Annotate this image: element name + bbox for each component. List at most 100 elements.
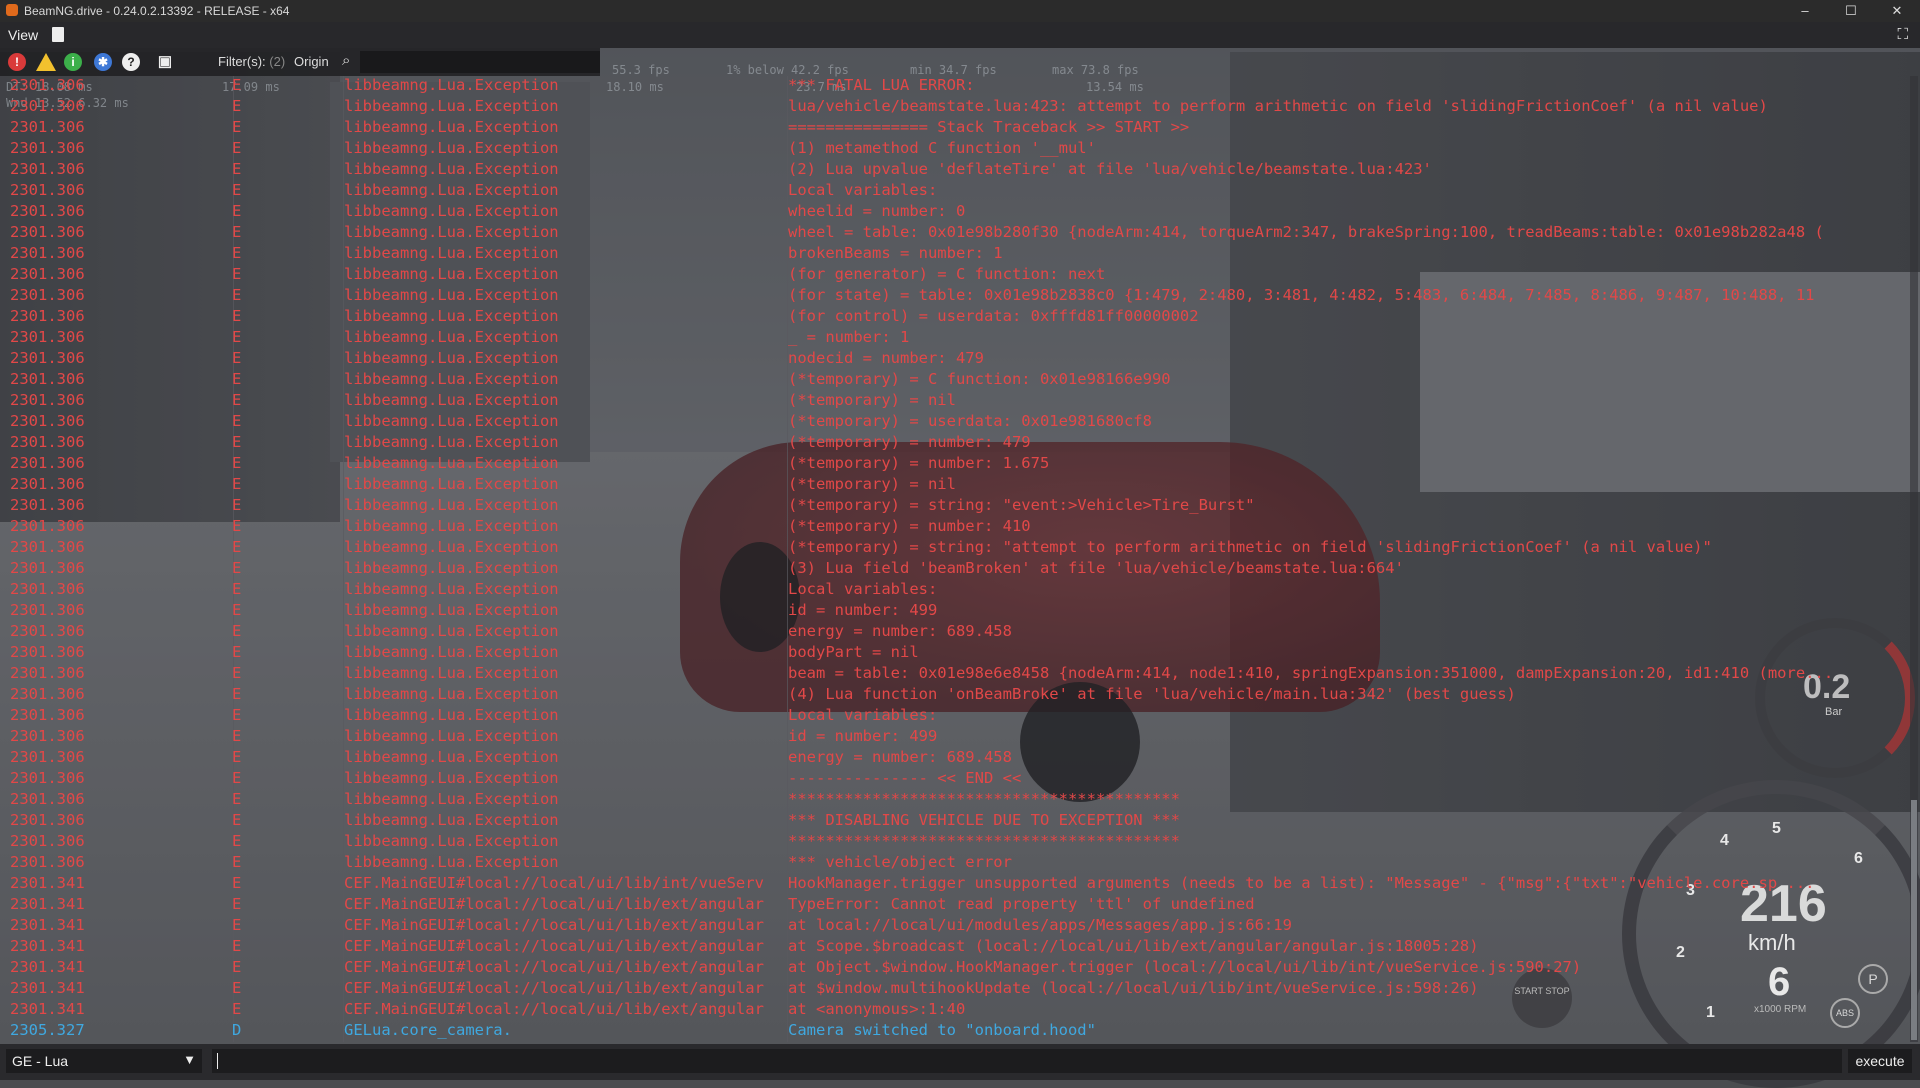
vehicle-filter-icon[interactable]: ▣ (156, 53, 174, 71)
log-row[interactable]: 2301.306 Elibbeamng.Lua.Exception (3) Lua … (0, 559, 1910, 580)
origin-label[interactable]: Origin (294, 54, 329, 69)
log-row[interactable]: 2301.306 Elibbeamng.Lua.Exception ========… (0, 118, 1910, 139)
log-row[interactable]: 2301.306 Elibbeamng.Lua.Exception _ = num… (0, 328, 1910, 349)
log-row[interactable]: 2301.306 Elibbeamng.Lua.Exception (*tempo… (0, 496, 1910, 517)
log-row[interactable]: 2301.341 E CEF.MainGEUI#local://local/ui/l… (0, 895, 1910, 916)
view-menu[interactable]: View (8, 27, 38, 43)
console-log[interactable]: 2301.306 Elibbeamng.Lua.Exception *** FATA… (0, 76, 1910, 1042)
log-row[interactable]: 2301.306 Elibbeamng.Lua.Exception (for ge… (0, 265, 1910, 286)
search-icon[interactable]: ⌕ (342, 52, 350, 69)
info-filter-icon[interactable]: i (64, 53, 82, 71)
log-row[interactable]: 2301.306 Elibbeamng.Lua.Exception (4) Lua … (0, 685, 1910, 706)
log-row[interactable]: 2301.306 Elibbeamng.Lua.Exception (*tempo… (0, 433, 1910, 454)
log-level: E (232, 853, 242, 871)
log-row[interactable]: 2301.306 Elibbeamng.Lua.Exception (2) Lua … (0, 160, 1910, 181)
log-message: (*temporary) = number: 1.675 (788, 454, 1050, 472)
warning-filter-icon[interactable] (36, 53, 56, 71)
log-message: ****************************************… (788, 790, 1180, 808)
log-message: Local variables: (788, 706, 938, 724)
log-row[interactable]: 2301.306 Elibbeamng.Lua.Exception *** DISA… (0, 811, 1910, 832)
log-row[interactable]: 2301.306 Elibbeamng.Lua.Exception wheel =… (0, 223, 1910, 244)
log-origin: libbeamng.Lua.Exception (344, 748, 559, 766)
log-message: at Object.$window.HookManager.trigger (l… (788, 958, 1582, 976)
log-row[interactable]: 2301.306 Elibbeamng.Lua.Exception (*tempo… (0, 538, 1910, 559)
log-row[interactable]: 2301.306 Elibbeamng.Lua.Exception (*tempo… (0, 391, 1910, 412)
log-row[interactable]: 2301.306 Elibbeamng.Lua.Exception Local v… (0, 181, 1910, 202)
debug-filter-icon[interactable]: ✱ (94, 53, 112, 71)
log-level: E (232, 790, 242, 808)
log-row[interactable]: 2301.306 Elibbeamng.Lua.Exception --------… (0, 769, 1910, 790)
log-row[interactable]: 2301.341 E CEF.MainGEUI#local://local/ui/l… (0, 958, 1910, 979)
window-titlebar: BeamNG.drive - 0.24.0.2.13392 - RELEASE … (0, 0, 1920, 22)
log-time: 2301.306 (10, 202, 85, 220)
log-row[interactable]: 2301.341 E CEF.MainGEUI#local://local/ui/l… (0, 916, 1910, 937)
context-select[interactable]: GE - Lua ▼ (6, 1049, 202, 1073)
log-row[interactable]: 2301.306 Elibbeamng.Lua.Exception energy … (0, 748, 1910, 769)
maximize-button[interactable]: ☐ (1828, 0, 1874, 22)
log-time: 2301.306 (10, 601, 85, 619)
log-row[interactable]: 2301.306 Elibbeamng.Lua.Exception brokenB… (0, 244, 1910, 265)
log-row[interactable]: 2301.306 Elibbeamng.Lua.Exception Local v… (0, 580, 1910, 601)
log-row[interactable]: 2301.341 E CEF.MainGEUI#local://local/ui/l… (0, 937, 1910, 958)
log-origin: libbeamng.Lua.Exception (344, 559, 559, 577)
log-row[interactable]: 2301.306 Elibbeamng.Lua.Exception ********… (0, 790, 1910, 811)
log-level: E (232, 391, 242, 409)
log-time: 2301.306 (10, 76, 85, 94)
log-origin: libbeamng.Lua.Exception (344, 601, 559, 619)
log-row[interactable]: 2301.306 Elibbeamng.Lua.Exception ********… (0, 832, 1910, 853)
log-time: 2301.341 (10, 895, 85, 913)
expand-icon[interactable]: ⛶ (1897, 26, 1908, 43)
scrollbar-thumb[interactable] (1911, 800, 1917, 1040)
log-row[interactable]: 2301.306 Elibbeamng.Lua.Exception *** vehi… (0, 853, 1910, 874)
log-message: nodecid = number: 479 (788, 349, 984, 367)
execute-button[interactable]: execute (1848, 1049, 1912, 1073)
log-row[interactable]: 2301.341 E CEF.MainGEUI#local://local/ui/l… (0, 1000, 1910, 1021)
log-time: 2301.341 (10, 979, 85, 997)
log-row[interactable]: 2301.306 Elibbeamng.Lua.Exception id = nu… (0, 601, 1910, 622)
log-row[interactable]: 2301.341 E CEF.MainGEUI#local://local/ui/l… (0, 874, 1910, 895)
log-row[interactable]: 2301.306 Elibbeamng.Lua.Exception (1) meta… (0, 139, 1910, 160)
log-row[interactable]: 2301.306 Elibbeamng.Lua.Exception nodecid… (0, 349, 1910, 370)
minimize-button[interactable]: – (1782, 0, 1828, 22)
log-row[interactable]: 2301.306 Elibbeamng.Lua.Exception (*tempo… (0, 454, 1910, 475)
log-row[interactable]: 2301.306 Elibbeamng.Lua.Exception beam = … (0, 664, 1910, 685)
log-level: E (232, 118, 242, 136)
log-origin: libbeamng.Lua.Exception (344, 244, 559, 262)
log-origin: libbeamng.Lua.Exception (344, 853, 559, 871)
log-row[interactable]: 2301.306 Elibbeamng.Lua.Exception (*tempo… (0, 370, 1910, 391)
log-row[interactable]: 2301.306 Elibbeamng.Lua.Exception (*tempo… (0, 475, 1910, 496)
log-row[interactable]: 2301.306 Elibbeamng.Lua.Exception bodyPar… (0, 643, 1910, 664)
log-message: *** vehicle/object error (788, 853, 1012, 871)
error-filter-icon[interactable]: ! (8, 53, 26, 71)
log-row[interactable]: 2301.306 Elibbeamng.Lua.Exception Local v… (0, 706, 1910, 727)
log-origin: libbeamng.Lua.Exception (344, 643, 559, 661)
log-row[interactable]: 2301.306 Elibbeamng.Lua.Exception wheelid… (0, 202, 1910, 223)
log-row[interactable]: 2301.306 Elibbeamng.Lua.Exception energy … (0, 622, 1910, 643)
console-toolbar: ! i ✱ ? ▣ Filter(s): (2) Origin ⌕ (0, 48, 600, 76)
log-row[interactable]: 2301.306 Elibbeamng.Lua.Exception *** FATA… (0, 76, 1910, 97)
log-time: 2301.306 (10, 643, 85, 661)
log-time: 2301.306 (10, 139, 85, 157)
log-row[interactable]: 2301.306 Elibbeamng.Lua.Exception (for co… (0, 307, 1910, 328)
filter-label[interactable]: Filter(s): (2) (218, 54, 285, 69)
log-row[interactable]: 2301.306 Elibbeamng.Lua.Exception lua/vehi… (0, 97, 1910, 118)
log-time: 2301.306 (10, 370, 85, 388)
log-row[interactable]: 2301.306 Elibbeamng.Lua.Exception id = nu… (0, 727, 1910, 748)
log-level: E (232, 979, 242, 997)
log-row[interactable]: 2305.327 D GELua.core_camera. Camera switch… (0, 1021, 1910, 1042)
log-level: E (232, 664, 242, 682)
log-message: HookManager.trigger unsupported argument… (788, 874, 1815, 892)
log-row[interactable]: 2301.306 Elibbeamng.Lua.Exception (for st… (0, 286, 1910, 307)
close-button[interactable]: ✕ (1874, 0, 1920, 22)
command-input[interactable] (212, 1049, 1842, 1073)
log-row[interactable]: 2301.306 Elibbeamng.Lua.Exception (*tempo… (0, 412, 1910, 433)
log-level: E (232, 1000, 242, 1018)
log-row[interactable]: 2301.306 Elibbeamng.Lua.Exception (*tempo… (0, 517, 1910, 538)
help-icon[interactable]: ? (122, 53, 140, 71)
search-input[interactable] (360, 51, 600, 73)
trash-icon[interactable] (52, 27, 64, 42)
log-row[interactable]: 2301.341 E CEF.MainGEUI#local://local/ui/l… (0, 979, 1910, 1000)
log-message: at Scope.$broadcast (local://local/ui/li… (788, 937, 1479, 955)
log-message: (2) Lua upvalue 'deflateTire' at file 'l… (788, 160, 1432, 178)
log-origin: CEF.MainGEUI#local://local/ui/lib/ext/an… (344, 979, 764, 997)
